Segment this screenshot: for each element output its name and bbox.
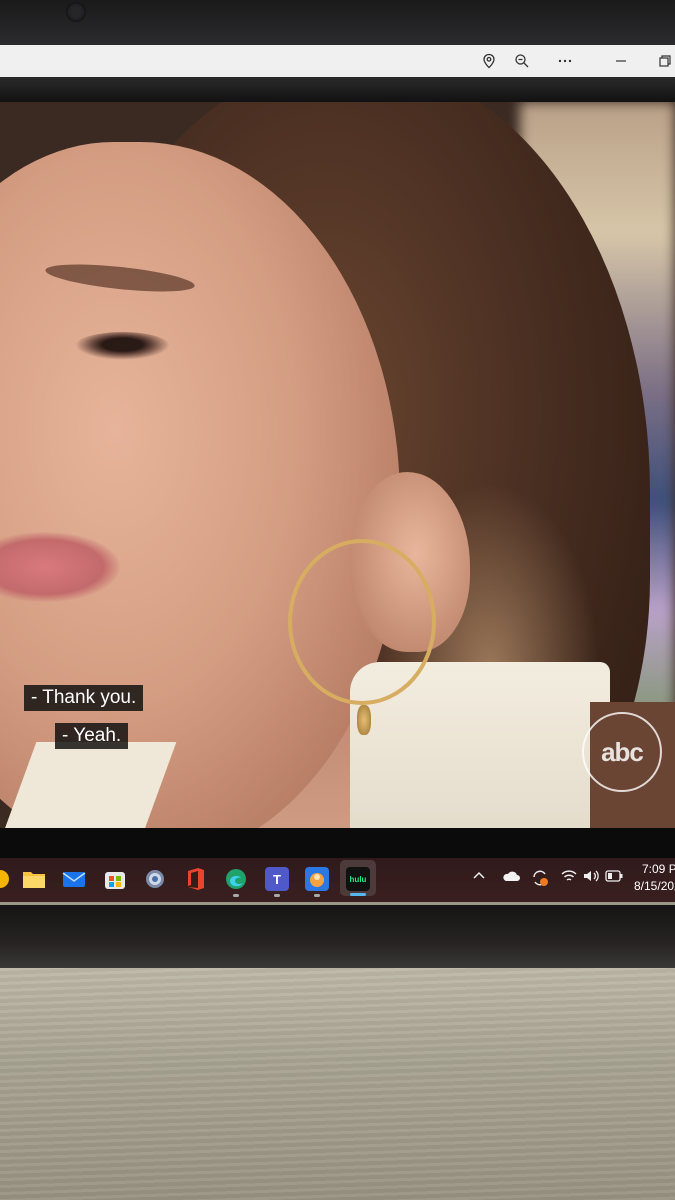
webcam — [66, 2, 86, 22]
wifi-icon[interactable] — [561, 869, 577, 886]
network-logo: abc — [582, 712, 662, 792]
edge-partial-icon[interactable] — [0, 867, 12, 891]
window-divider — [0, 77, 675, 102]
screen-bottom-reflection — [0, 905, 675, 971]
office-icon[interactable] — [184, 867, 208, 891]
clock-time[interactable]: 7:09 PI — [642, 862, 675, 876]
desk-surface — [0, 968, 675, 1200]
clock-date[interactable]: 8/15/202 — [634, 879, 675, 893]
battery-icon[interactable] — [605, 869, 623, 885]
subtitle-line-1: - Thank you. — [24, 685, 144, 711]
app-icon[interactable] — [305, 867, 329, 891]
restore-button[interactable] — [652, 49, 675, 73]
more-options-icon[interactable] — [552, 49, 578, 73]
mail-icon[interactable] — [62, 867, 86, 891]
volume-icon[interactable] — [583, 869, 601, 886]
zoom-out-icon[interactable] — [509, 49, 535, 73]
minimize-button[interactable] — [608, 49, 634, 73]
earring-hoop — [288, 539, 436, 705]
location-pin-icon[interactable] — [476, 49, 502, 73]
hulu-icon: hulu — [346, 867, 370, 891]
folder-icon[interactable] — [22, 867, 46, 891]
running-indicator — [233, 894, 239, 897]
earring-charm — [357, 705, 371, 735]
active-app-indicator — [350, 893, 366, 896]
teams-icon[interactable]: T — [265, 867, 289, 891]
onedrive-icon[interactable] — [502, 869, 520, 886]
chevron-up-icon[interactable] — [472, 869, 486, 886]
gear-icon[interactable] — [143, 867, 167, 891]
video-player[interactable]: abc - Thank you. - Yeah. — [0, 102, 675, 828]
running-indicator — [274, 894, 280, 897]
window-titlebar — [0, 45, 675, 77]
subtitle-line-2: - Yeah. — [55, 723, 129, 749]
store-icon[interactable] — [103, 867, 127, 891]
running-indicator — [314, 894, 320, 897]
screen-gap — [0, 828, 675, 858]
device-bezel — [0, 0, 675, 45]
video-eye — [75, 332, 170, 360]
sync-icon[interactable] — [531, 869, 549, 890]
edge-icon[interactable] — [224, 867, 248, 891]
